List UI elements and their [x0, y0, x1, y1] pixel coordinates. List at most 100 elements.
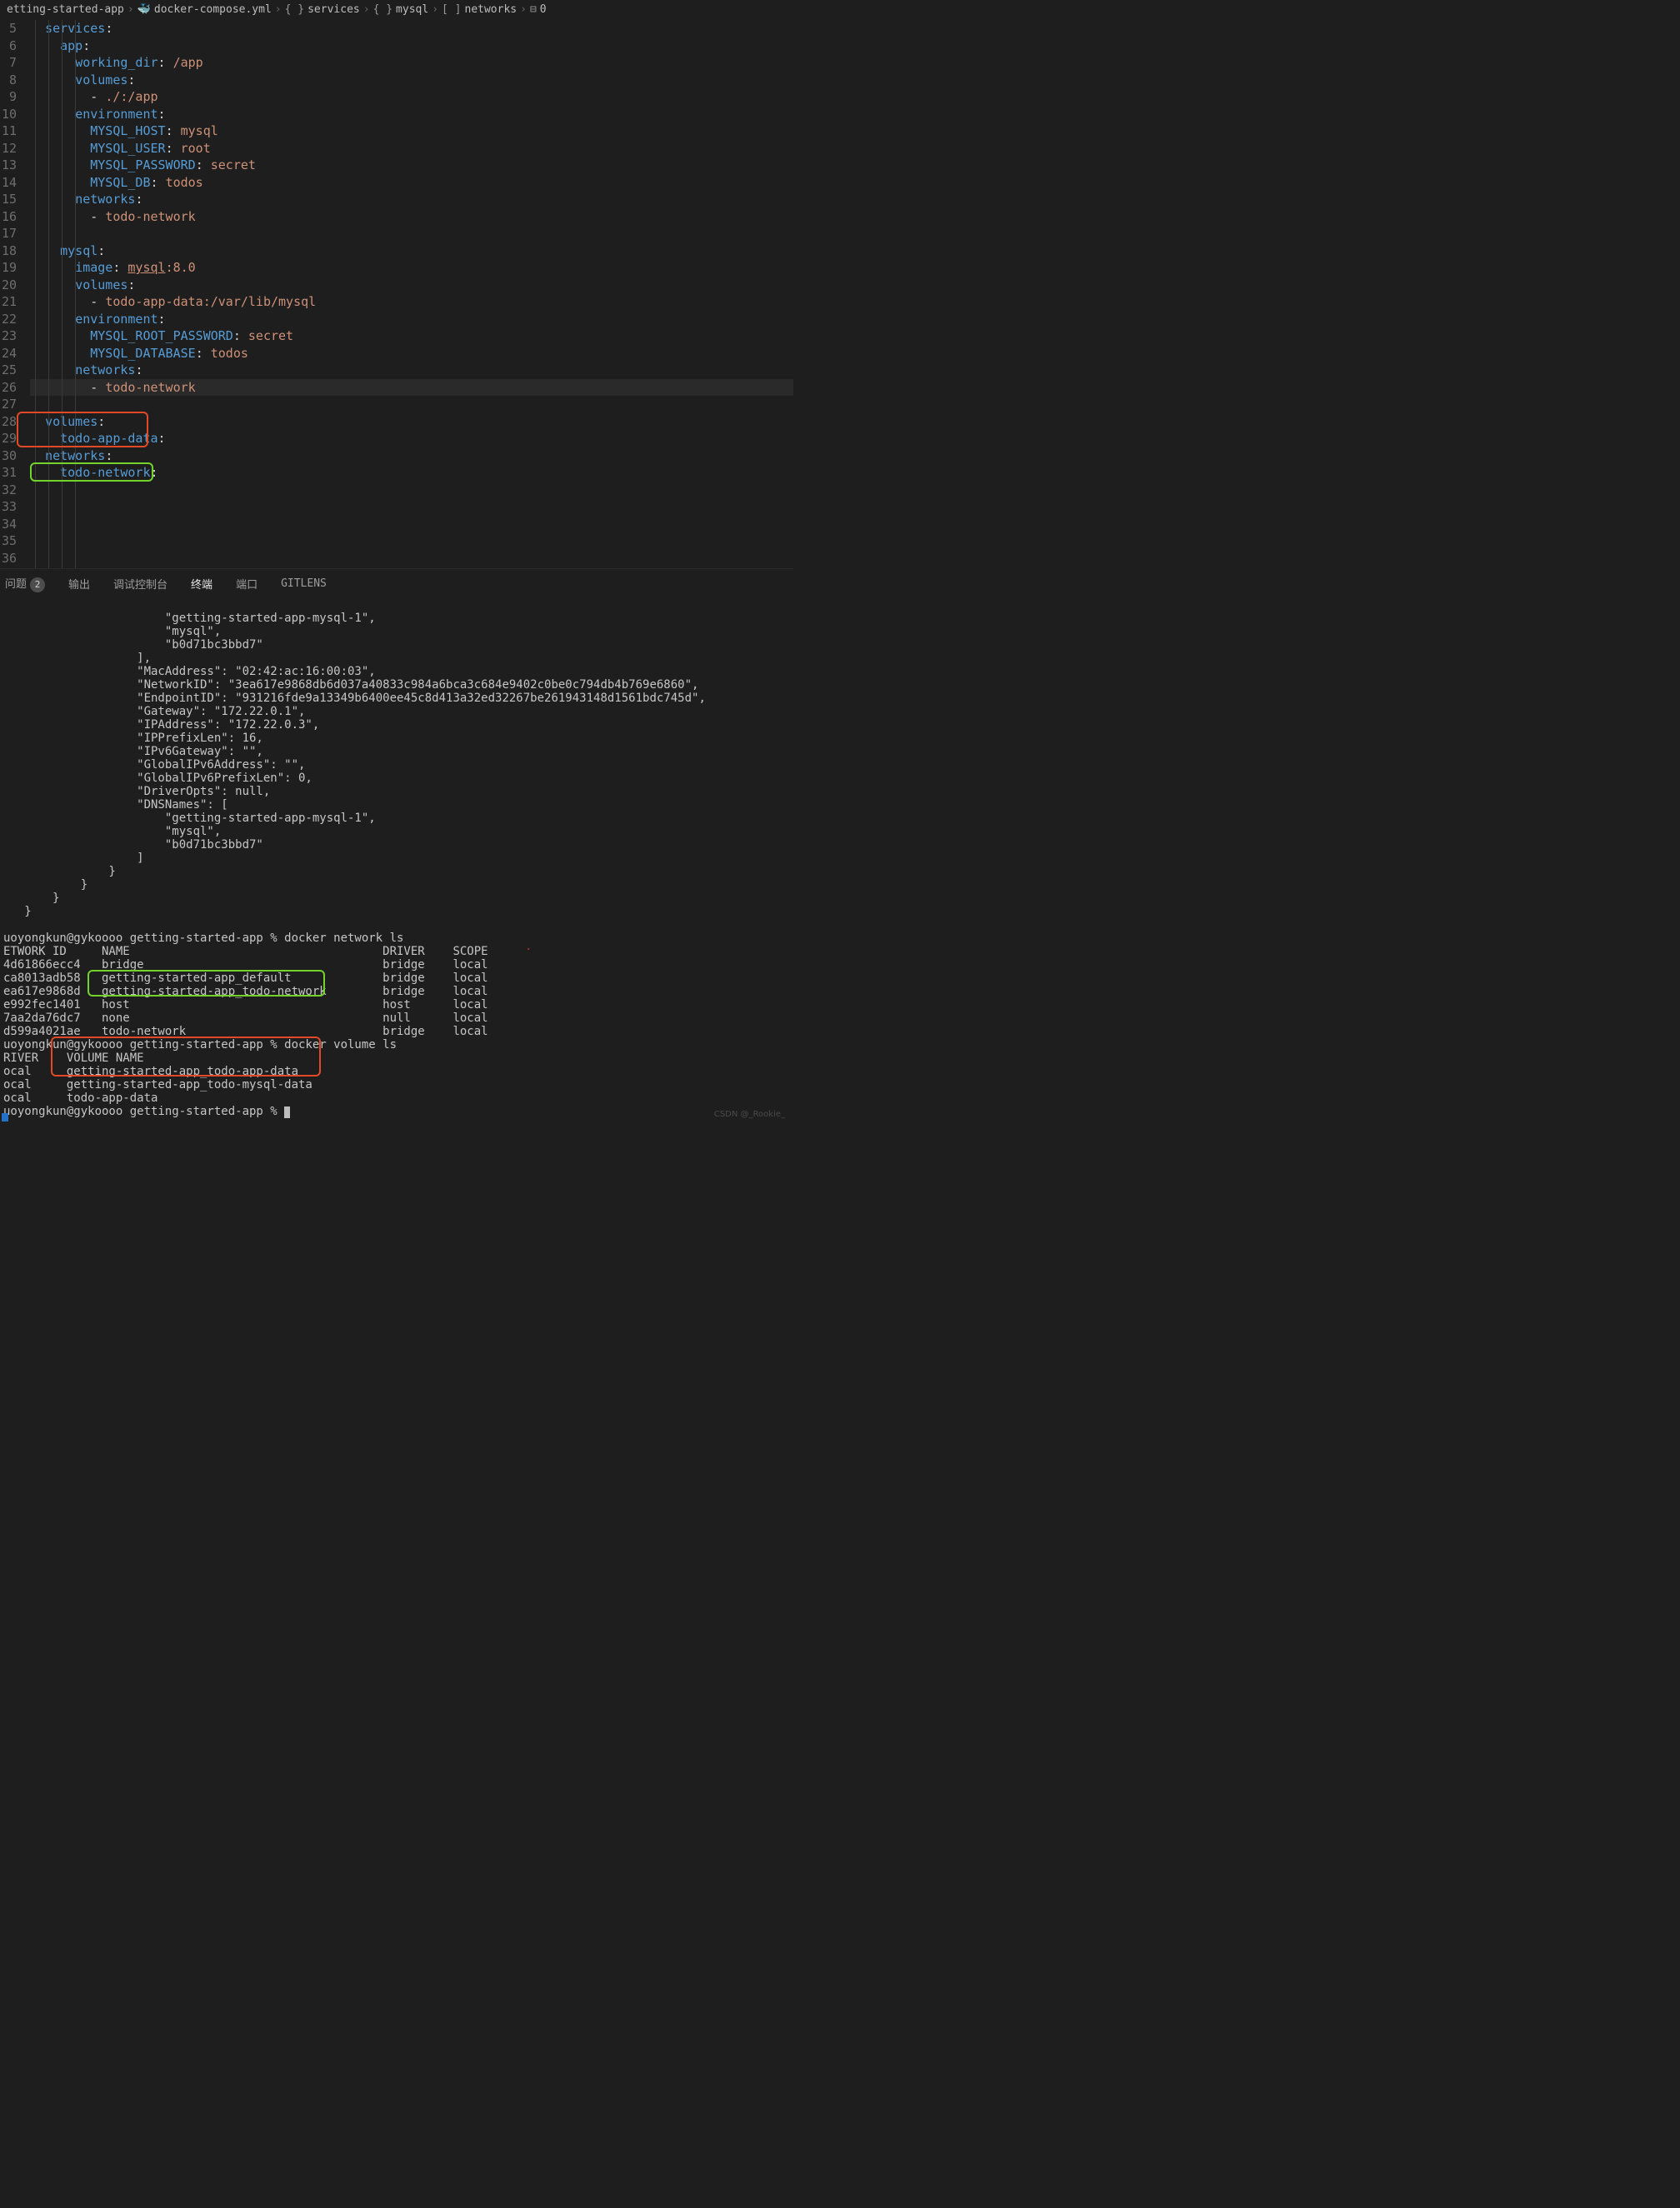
code-line[interactable]: networks:	[30, 447, 793, 465]
list-icon: [ ]	[442, 3, 461, 16]
braces-icon: { }	[373, 3, 392, 16]
line-number: 21	[0, 293, 17, 311]
terminal-line: }	[3, 905, 793, 918]
problems-count-badge: 2	[30, 577, 45, 592]
terminal-line: ],	[3, 652, 793, 665]
item-icon: ⊟	[530, 3, 537, 16]
code-line[interactable]: environment:	[30, 311, 793, 328]
terminal-line: uoyongkun@gykoooo getting-started-app % …	[3, 932, 793, 945]
line-number: 34	[0, 516, 17, 533]
code-area[interactable]: services: app: working_dir: /app volumes…	[22, 18, 793, 568]
line-number: 17	[0, 225, 17, 242]
code-line[interactable]	[30, 396, 793, 413]
terminal-line: ]	[3, 852, 793, 865]
panel-tab-debug[interactable]: 调试控制台	[113, 572, 168, 595]
code-line[interactable]: MYSQL_HOST: mysql	[30, 122, 793, 140]
terminal-line: "mysql",	[3, 625, 793, 638]
code-line[interactable]: networks:	[30, 191, 793, 208]
panel-tabs: 问题2 输出调试控制台终端 端口 GITLENS	[0, 568, 793, 593]
breadcrumb: etting-started-app›🐳 docker-compose.yml›…	[0, 0, 793, 18]
line-number: 22	[0, 311, 17, 328]
breadcrumb-item[interactable]: mysql	[396, 3, 428, 16]
panel-tab-output[interactable]: 输出	[68, 572, 90, 595]
line-number: 10	[0, 106, 17, 123]
code-line[interactable]: - todo-app-data:/var/lib/mysql	[30, 293, 793, 311]
line-number: 14	[0, 174, 17, 192]
panel-tab-gitlens[interactable]: GITLENS	[281, 574, 327, 593]
terminal-line: "GlobalIPv6Address": "",	[3, 758, 793, 772]
code-line[interactable]: volumes:	[30, 277, 793, 294]
breadcrumb-item[interactable]: docker-compose.yml	[154, 3, 272, 16]
code-line[interactable]: todo-network:	[30, 464, 793, 482]
code-line[interactable]: mysql:	[30, 242, 793, 260]
code-line[interactable]: - ./:/app	[30, 88, 793, 106]
terminal-line: }	[3, 865, 793, 878]
panel-tab-terminal[interactable]: 终端	[191, 572, 212, 596]
code-line[interactable]	[30, 225, 793, 242]
terminal-line: RIVER VOLUME NAME	[3, 1052, 793, 1065]
code-line[interactable]: MYSQL_DB: todos	[30, 174, 793, 192]
terminal-line: "IPPrefixLen": 16,	[3, 732, 793, 745]
code-line[interactable]: - todo-network	[30, 208, 793, 226]
code-line[interactable]: app:	[30, 37, 793, 55]
code-line[interactable]: MYSQL_USER: root	[30, 140, 793, 157]
line-number: 23	[0, 327, 17, 345]
panel-tab-ports[interactable]: 端口	[236, 572, 258, 595]
code-line[interactable]: working_dir: /app	[30, 54, 793, 72]
line-number: 15	[0, 191, 17, 208]
line-number: 36	[0, 550, 17, 567]
code-line[interactable]: volumes:	[30, 413, 793, 431]
code-line[interactable]: volumes:	[30, 72, 793, 89]
line-number: 32	[0, 482, 17, 499]
line-number: 9	[0, 88, 17, 106]
code-line[interactable]: - todo-network	[30, 379, 793, 397]
line-number: 6	[0, 37, 17, 55]
line-number: 35	[0, 532, 17, 550]
code-line[interactable]: image: mysql:8.0	[30, 259, 793, 277]
code-line[interactable]	[30, 532, 793, 550]
line-number: 30	[0, 447, 17, 465]
panel-tab-problems[interactable]: 问题2	[5, 572, 45, 596]
code-line[interactable]: MYSQL_DATABASE: todos	[30, 345, 793, 362]
terminal-line: d599a4021ae todo-network bridge local	[3, 1025, 793, 1038]
terminal-line: "b0d71bc3bbd7"	[3, 838, 793, 852]
code-line[interactable]	[30, 550, 793, 567]
code-line[interactable]: MYSQL_PASSWORD: secret	[30, 157, 793, 174]
line-number: 8	[0, 72, 17, 89]
terminal-line: "mysql",	[3, 825, 793, 838]
terminal-line: "MacAddress": "02:42:ac:16:00:03",	[3, 665, 793, 678]
terminal-line: "DriverOpts": null,	[3, 785, 793, 798]
breadcrumb-item[interactable]: etting-started-app	[7, 3, 124, 16]
docker-file-icon: 🐳	[138, 3, 151, 16]
code-line[interactable]	[30, 516, 793, 533]
breadcrumb-item[interactable]: networks	[465, 3, 518, 16]
code-line[interactable]: MYSQL_ROOT_PASSWORD: secret	[30, 327, 793, 345]
code-line[interactable]: networks:	[30, 362, 793, 379]
terminal-line: "getting-started-app-mysql-1",	[3, 612, 793, 625]
terminal-line: "Gateway": "172.22.0.1",	[3, 705, 793, 718]
line-number: 27	[0, 396, 17, 413]
line-number: 16	[0, 208, 17, 226]
line-number: 19	[0, 259, 17, 277]
code-line[interactable]	[30, 482, 793, 499]
code-line[interactable]: todo-app-data:	[30, 430, 793, 447]
breadcrumb-separator: ›	[363, 3, 370, 16]
code-line[interactable]	[30, 498, 793, 516]
line-number: 11	[0, 122, 17, 140]
line-number: 33	[0, 498, 17, 516]
breadcrumb-item[interactable]: services	[308, 3, 360, 16]
breadcrumb-item[interactable]: 0	[540, 3, 547, 16]
terminal-line: ETWORK ID NAME DRIVER SCOPE	[3, 945, 793, 958]
watermark-text: CSDN @_Rookie_	[714, 1108, 785, 1121]
code-line[interactable]: services:	[30, 20, 793, 37]
terminal-line: 7aa2da76dc7 none null local	[3, 1012, 793, 1025]
code-editor[interactable]: 5678910111213141516171819202122232425262…	[0, 18, 793, 568]
braces-icon: { }	[285, 3, 304, 16]
line-number: 12	[0, 140, 17, 157]
terminal-line: "b0d71bc3bbd7"	[3, 638, 793, 652]
code-line[interactable]: environment:	[30, 106, 793, 123]
breadcrumb-separator: ›	[275, 3, 282, 16]
terminal-line	[3, 918, 793, 932]
terminal-output[interactable]: "getting-started-app-mysql-1", "mysql", …	[0, 593, 793, 1126]
line-number: 25	[0, 362, 17, 379]
